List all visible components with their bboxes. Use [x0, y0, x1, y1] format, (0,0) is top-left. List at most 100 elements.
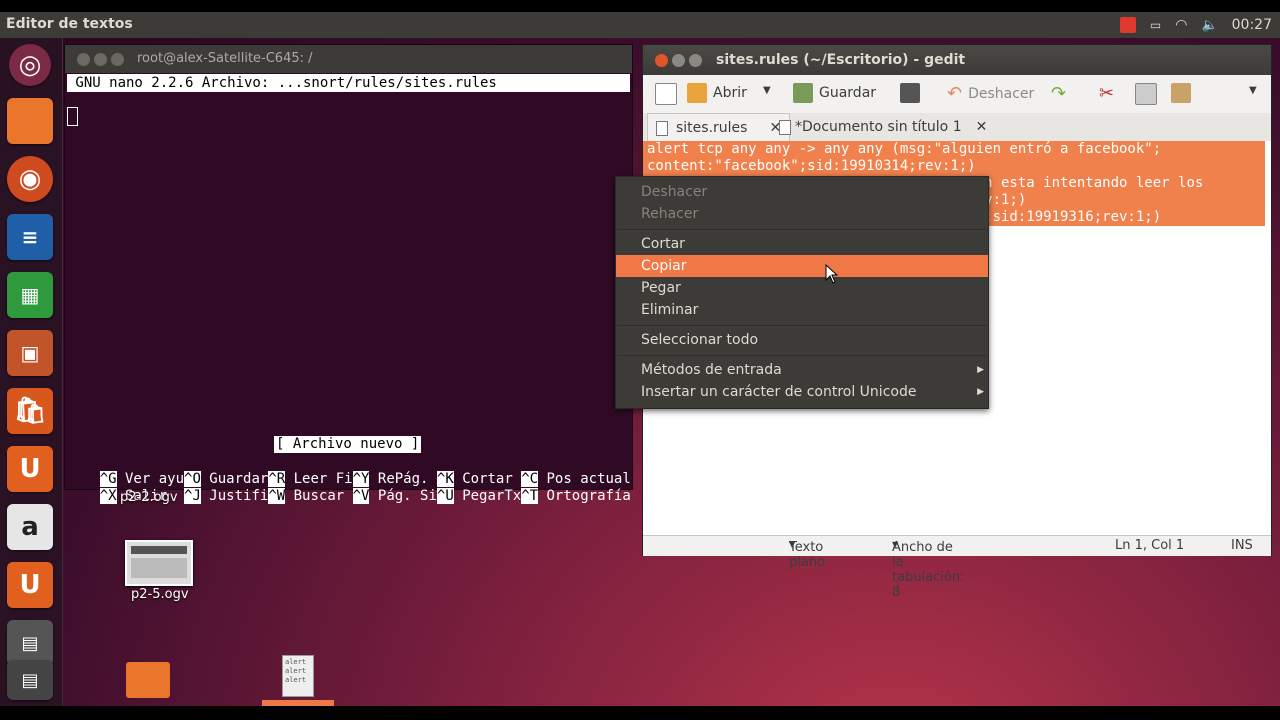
- minimize-icon[interactable]: [94, 53, 107, 66]
- minimize-icon[interactable]: [672, 54, 685, 67]
- unity-launcher: ◎ ◉ ≡ ▦ ▣ 🛍 U a U ▤ ▤: [0, 38, 63, 706]
- desktop-file-label[interactable]: p2-2.ogv: [120, 490, 178, 505]
- redo-icon: ↷: [1051, 83, 1067, 104]
- video-thumbnail-icon[interactable]: [125, 540, 193, 586]
- close-icon[interactable]: ✕: [976, 113, 988, 141]
- status-bar: Texto plano ▼ Ancho de la tabulación: 8 …: [643, 535, 1271, 600]
- close-icon[interactable]: [655, 54, 668, 67]
- open-label: Abrir: [713, 85, 747, 101]
- terminal-titlebar[interactable]: root@alex-Satellite-C645: /: [65, 45, 632, 73]
- volume-icon[interactable]: 🔈: [1201, 18, 1217, 33]
- menu-item-redo[interactable]: Rehacer: [616, 203, 988, 225]
- desktop-file-label[interactable]: p2-5.ogv: [131, 587, 189, 602]
- toolbar: Abrir ▼ Guardar ↶ Deshacer ↷ ✂ ▼: [643, 75, 1271, 111]
- undo-button[interactable]: ↶ Deshacer: [947, 83, 1034, 104]
- print-button[interactable]: [900, 83, 920, 103]
- menu-separator: [617, 355, 987, 356]
- battery-icon[interactable]: ▭: [1150, 18, 1161, 32]
- tab-bar: sites.rules ✕ *Documento sin título 1 ✕: [643, 113, 1271, 142]
- text-line[interactable]: alert tcp any any -> any any (msg:"algui…: [643, 141, 1265, 158]
- terminal-window: root@alex-Satellite-C645: / GNU nano 2.2…: [64, 44, 633, 504]
- clock[interactable]: 00:27: [1232, 17, 1272, 33]
- tab-label: sites.rules: [676, 120, 748, 136]
- chevron-right-icon: ▶: [977, 365, 984, 375]
- video-letterbox-top: [0, 0, 1280, 12]
- redo-button[interactable]: ↷: [1051, 83, 1066, 104]
- insert-mode: INS: [1231, 538, 1253, 553]
- calc-icon[interactable]: ▦: [7, 272, 53, 318]
- menu-item-copy[interactable]: Copiar: [616, 255, 988, 277]
- video-letterbox-bottom: [0, 706, 1280, 720]
- menu-item-input-methods[interactable]: Métodos de entrada ▶: [616, 359, 988, 381]
- nano-header: GNU nano 2.2.6 Archivo: ...snort/rules/s…: [67, 74, 630, 92]
- undo-icon: ↶: [947, 83, 963, 104]
- new-document-button[interactable]: [655, 83, 677, 105]
- new-document-icon: [655, 83, 677, 105]
- menu-item-delete[interactable]: Eliminar: [616, 299, 988, 321]
- shortcut-key: ^X: [99, 488, 117, 504]
- menu-separator: [617, 325, 987, 326]
- files-icon[interactable]: [7, 98, 53, 144]
- cut-button[interactable]: ✂: [1099, 83, 1114, 104]
- tab-label: *Documento sin título 1: [795, 119, 962, 135]
- writer-icon[interactable]: ≡: [7, 214, 53, 260]
- chevron-right-icon: ▶: [977, 387, 984, 397]
- gedit-titlebar[interactable]: sites.rules (~/Escritorio) - gedit: [643, 45, 1271, 75]
- paste-button[interactable]: [1171, 83, 1191, 103]
- firefox-icon[interactable]: ◉: [7, 156, 53, 202]
- active-app-title: Editor de textos: [6, 16, 133, 32]
- open-button[interactable]: Abrir: [687, 83, 747, 103]
- window-title: sites.rules (~/Escritorio) - gedit: [716, 52, 966, 68]
- tab-sites-rules[interactable]: sites.rules ✕: [647, 113, 791, 142]
- ubuntu-one-music-icon[interactable]: U: [7, 562, 53, 608]
- menu-item-undo[interactable]: Deshacer: [616, 181, 988, 203]
- context-menu: Deshacer Rehacer Cortar Copiar Pegar Eli…: [615, 176, 989, 409]
- software-center-icon[interactable]: 🛍: [7, 388, 53, 434]
- recent-files-dropdown[interactable]: ▼: [763, 85, 771, 96]
- wifi-icon[interactable]: ◠: [1175, 17, 1187, 33]
- paste-icon: [1171, 83, 1191, 103]
- chevron-down-icon: ▼: [789, 540, 796, 549]
- close-icon[interactable]: [77, 53, 90, 66]
- menu-separator: [617, 229, 987, 230]
- menu-item-paste[interactable]: Pegar: [616, 277, 988, 299]
- shortcut-key: ^V: [352, 488, 370, 504]
- terminal-title: root@alex-Satellite-C645: /: [137, 51, 313, 66]
- tab-width-label: Ancho de la tabulación: 8: [892, 540, 965, 600]
- text-cursor: [67, 107, 78, 126]
- scissors-icon: ✂: [1099, 83, 1115, 104]
- text-line[interactable]: content:"facebook";sid:19910314;rev:1;): [643, 158, 1265, 175]
- ubuntu-one-icon[interactable]: U: [7, 446, 53, 492]
- update-indicator-icon[interactable]: [1119, 17, 1136, 33]
- chevron-down-icon: ▼: [1249, 85, 1257, 96]
- menu-item-insert-unicode[interactable]: Insertar un carácter de control Unicode ▶: [616, 381, 988, 403]
- dash-home-icon[interactable]: ◎: [9, 44, 51, 86]
- menu-item-select-all[interactable]: Seleccionar todo: [616, 329, 988, 351]
- impress-icon[interactable]: ▣: [7, 330, 53, 376]
- terminal-launcher-icon[interactable]: ▤: [7, 660, 53, 700]
- amazon-icon[interactable]: a: [7, 504, 53, 550]
- toolbar-overflow[interactable]: ▼: [1249, 85, 1257, 96]
- document-icon: [656, 120, 668, 136]
- maximize-icon[interactable]: [111, 53, 124, 66]
- folder-open-icon: [687, 83, 707, 103]
- folder-icon[interactable]: [126, 662, 170, 698]
- text-file-icon[interactable]: alert alert alert: [282, 655, 314, 697]
- top-panel: Editor de textos ▭ ◠ 🔈 00:27: [0, 12, 1280, 38]
- maximize-icon[interactable]: [689, 54, 702, 67]
- shortcut-label: Pág. Si: [369, 488, 437, 504]
- shortcut-label: Justifi: [200, 488, 269, 504]
- shortcut-label: PegarTx: [453, 488, 522, 504]
- shortcut-key: ^T: [521, 488, 539, 504]
- mouse-pointer-icon: [825, 264, 839, 284]
- shortcut-label: Ortografía: [538, 488, 631, 504]
- nano-status: [ Archivo nuevo ]: [274, 436, 422, 453]
- cursor-position: Ln 1, Col 1: [1115, 538, 1185, 553]
- shortcut-key: ^U: [436, 488, 454, 504]
- tab-untitled-document[interactable]: *Documento sin título 1 ✕: [771, 113, 995, 141]
- copy-icon: [1135, 83, 1157, 105]
- copy-button[interactable]: [1135, 83, 1157, 105]
- save-label: Guardar: [819, 85, 877, 101]
- menu-item-cut[interactable]: Cortar: [616, 233, 988, 255]
- save-button[interactable]: Guardar: [793, 83, 876, 103]
